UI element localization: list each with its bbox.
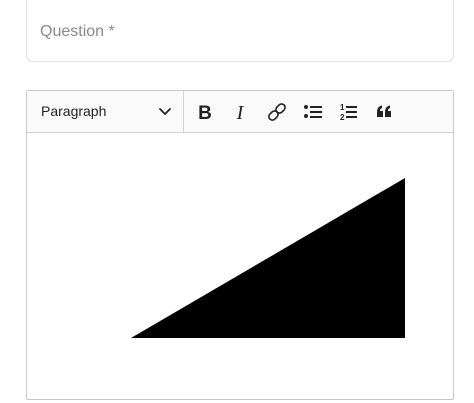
editor-content[interactable] xyxy=(27,133,453,399)
rich-text-editor[interactable]: Paragraph B I 1 2 xyxy=(26,90,454,400)
triangle-shape xyxy=(131,178,405,338)
bold-button[interactable]: B xyxy=(192,99,218,125)
italic-button[interactable]: I xyxy=(227,99,253,125)
chevron-down-icon xyxy=(158,104,172,118)
svg-text:1: 1 xyxy=(340,103,345,112)
link-icon xyxy=(268,103,286,121)
bulleted-list-icon xyxy=(304,105,322,118)
question-input[interactable]: Question * xyxy=(26,0,454,62)
italic-icon: I xyxy=(236,102,245,124)
link-button[interactable] xyxy=(264,99,290,125)
editor-toolbar: Paragraph B I 1 2 xyxy=(27,91,453,133)
bulleted-list-button[interactable] xyxy=(300,99,326,125)
numbered-list-button[interactable]: 1 2 xyxy=(335,99,361,125)
bold-icon: B xyxy=(198,103,212,124)
numbered-list-icon: 1 2 xyxy=(340,103,357,122)
block-quote-icon xyxy=(377,105,391,117)
question-placeholder: Question * xyxy=(40,23,115,40)
block-quote-button[interactable] xyxy=(372,99,398,125)
block-format-label: Paragraph xyxy=(41,103,107,119)
svg-text:2: 2 xyxy=(340,113,345,122)
triangle-image xyxy=(131,178,405,338)
block-format-dropdown[interactable]: Paragraph xyxy=(27,91,184,132)
